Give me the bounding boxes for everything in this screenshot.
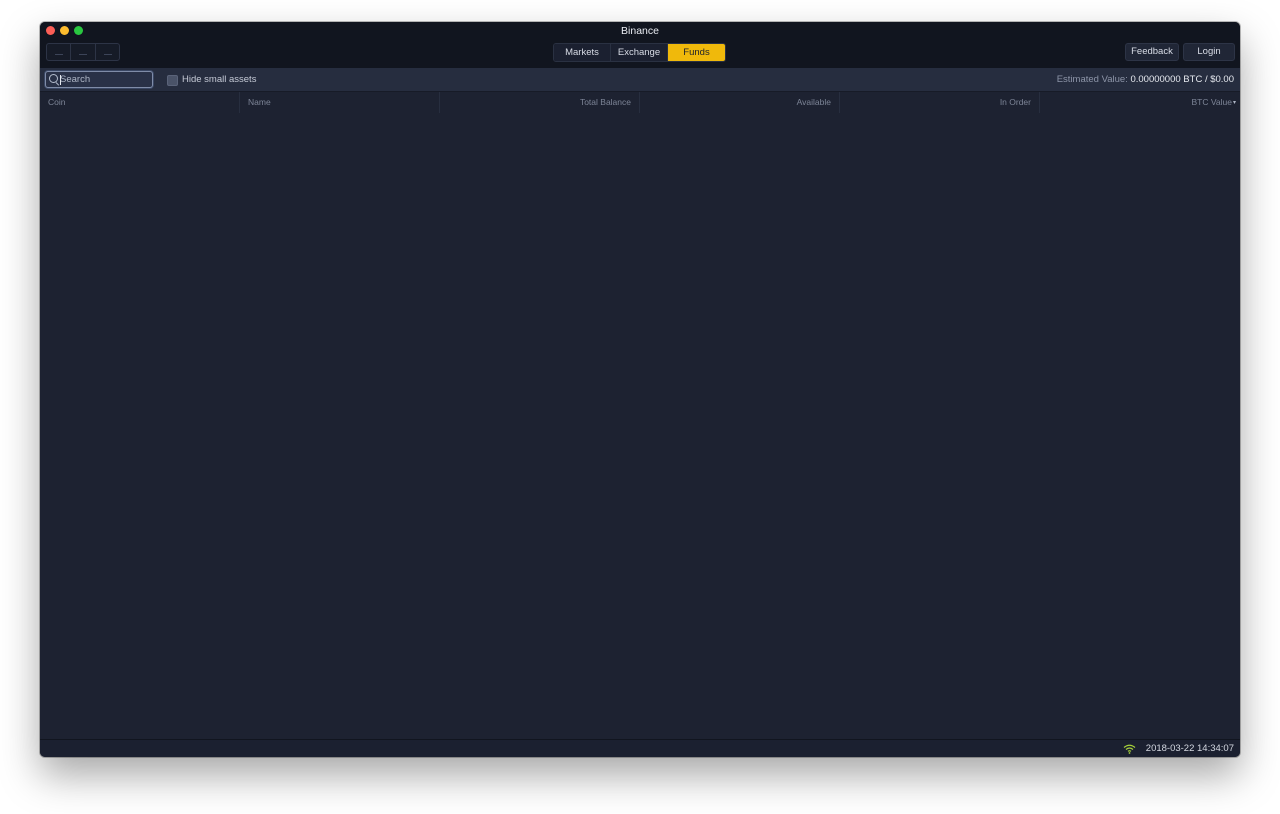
tab-markets[interactable]: Markets — [554, 44, 611, 61]
tab-exchange[interactable]: Exchange — [611, 44, 668, 61]
funds-table-body — [40, 113, 1240, 739]
column-header-total-balance[interactable]: Total Balance — [440, 92, 640, 113]
title-bar: Binance Markets Exchange Funds Feedback … — [40, 22, 1240, 68]
column-header-in-order[interactable]: In Order — [840, 92, 1040, 113]
refresh-button[interactable] — [71, 44, 96, 60]
tab-funds[interactable]: Funds — [668, 44, 725, 61]
search-box[interactable] — [45, 71, 153, 88]
estimated-value-label: Estimated Value: — [1056, 74, 1128, 85]
refresh-icon — [79, 49, 88, 55]
hide-small-assets-toggle[interactable]: Hide small assets — [167, 74, 256, 86]
layout-button[interactable] — [96, 44, 119, 60]
column-header-btc-value-label: BTC Value — [1191, 97, 1232, 107]
column-header-available[interactable]: Available — [640, 92, 840, 113]
login-button[interactable]: Login — [1183, 43, 1235, 61]
status-timestamp: 2018-03-22 14:34:07 — [1145, 743, 1234, 754]
wifi-icon — [1123, 744, 1136, 754]
feedback-button[interactable]: Feedback — [1125, 43, 1179, 61]
sort-descending-icon: ▾ — [1232, 100, 1236, 106]
main-tabs: Markets Exchange Funds — [553, 43, 726, 62]
hide-small-assets-checkbox[interactable] — [167, 74, 178, 86]
back-icon — [55, 49, 63, 55]
filter-bar: Hide small assets Estimated Value: 0.000… — [40, 68, 1240, 91]
search-icon — [49, 74, 58, 83]
toolbar-nav-group — [46, 43, 120, 61]
app-window: Binance Markets Exchange Funds Feedback … — [40, 22, 1240, 757]
column-header-coin[interactable]: Coin — [40, 92, 240, 113]
status-bar: 2018-03-22 14:34:07 — [40, 739, 1240, 757]
layout-icon — [103, 49, 112, 55]
estimated-value: Estimated Value: 0.00000000 BTC / $0.00 — [1057, 74, 1234, 86]
hide-small-assets-label: Hide small assets — [182, 74, 257, 85]
estimated-value-amount: 0.00000000 BTC / $0.00 — [1130, 74, 1234, 85]
back-button[interactable] — [47, 44, 72, 60]
text-caret — [60, 75, 61, 85]
funds-table-header: Coin Name Total Balance Available In Ord… — [40, 91, 1240, 114]
column-header-btc-value[interactable]: BTC Value▾ — [1040, 92, 1240, 113]
search-input[interactable] — [60, 72, 148, 87]
column-header-name[interactable]: Name — [240, 92, 440, 113]
window-title: Binance — [621, 25, 659, 37]
